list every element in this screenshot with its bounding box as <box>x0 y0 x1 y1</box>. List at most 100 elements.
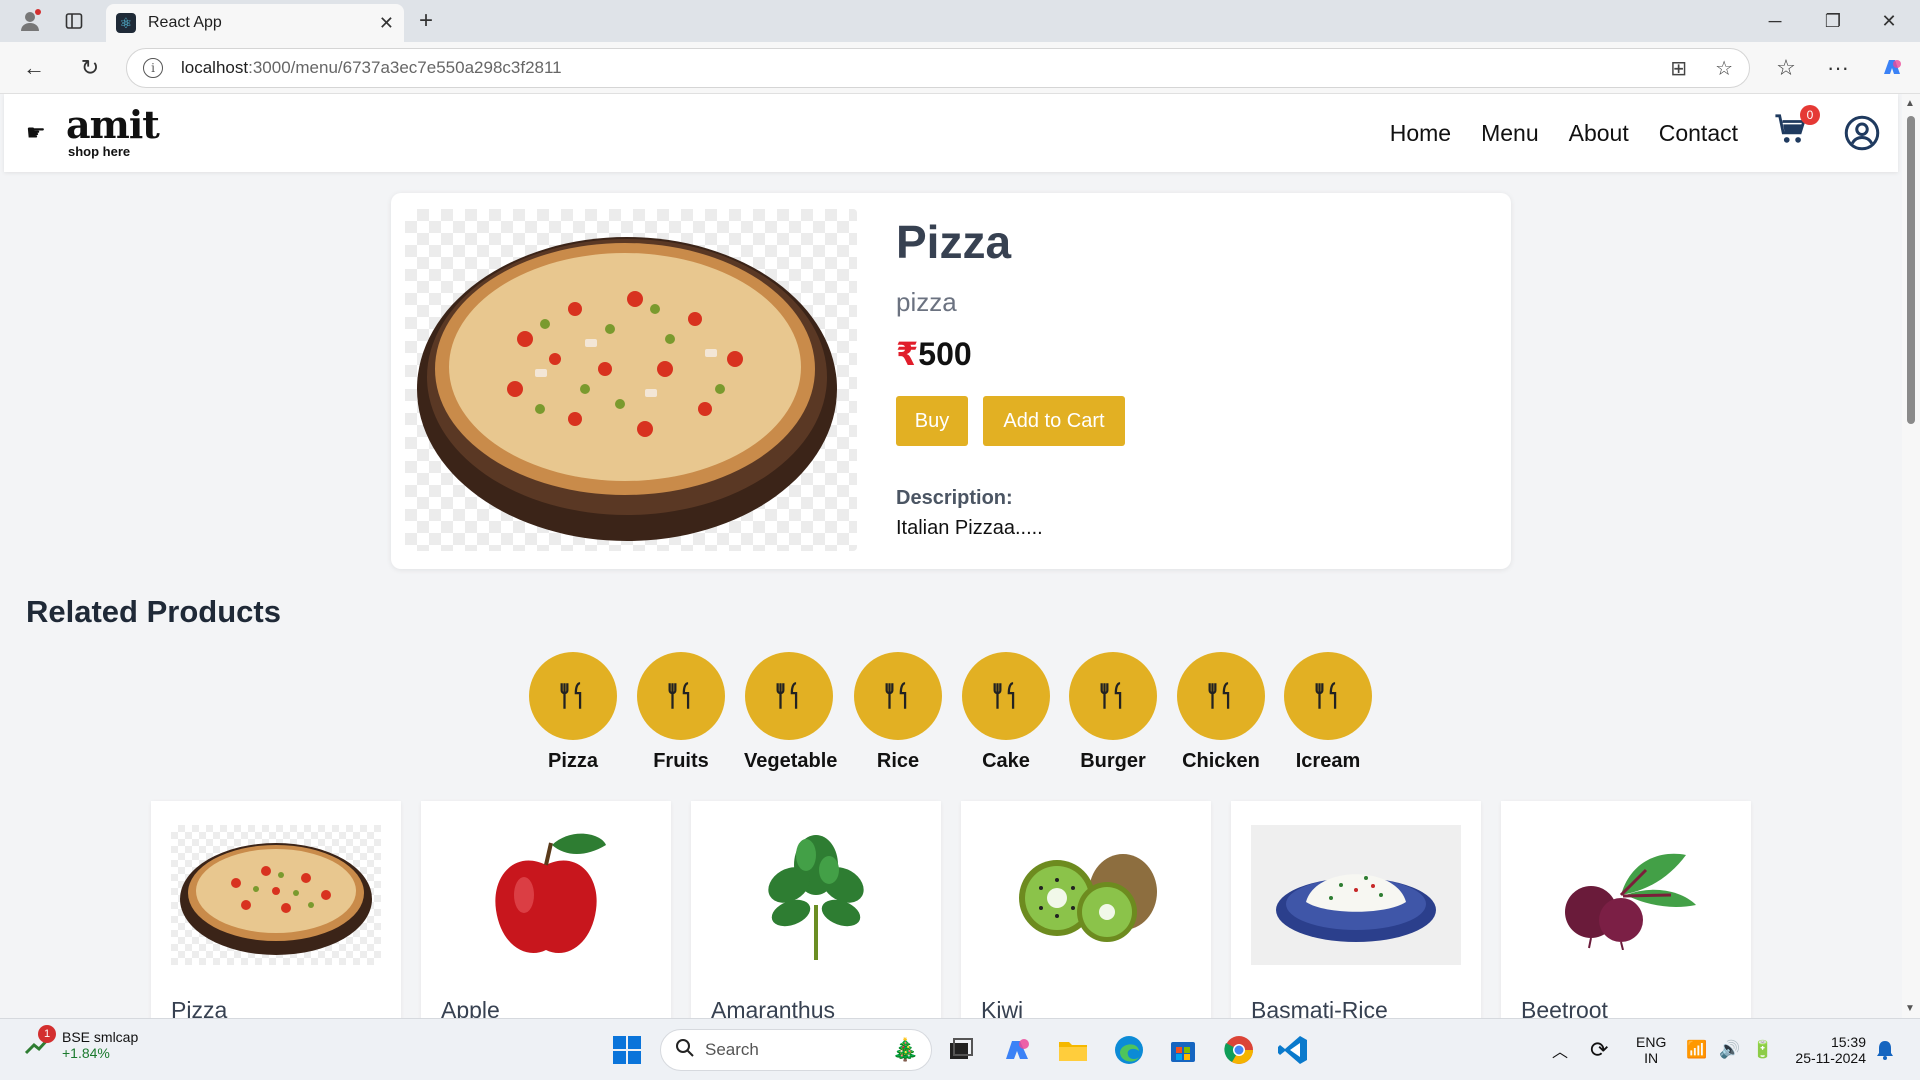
product-card-amaranthus[interactable]: Amaranthus <box>691 801 941 1018</box>
product-price: ₹500 <box>896 335 972 373</box>
browser-toolbar: ← ↻ i localhost:3000/menu/6737a3ec7e550a… <box>0 42 1920 94</box>
category-label: Chicken <box>1182 750 1260 772</box>
cutlery-icon <box>1177 652 1265 740</box>
sync-icon[interactable]: ⟳ <box>1590 1019 1608 1080</box>
minimize-button[interactable]: ─ <box>1760 0 1790 42</box>
category-label: Vegetable <box>744 750 838 772</box>
product-detail-card: Pizza pizza ₹500 Buy Add to Cart Descrip… <box>391 193 1511 569</box>
favorite-star-icon[interactable]: ☆ <box>1715 56 1733 81</box>
stock-name: BSE smlcap <box>62 1029 139 1045</box>
product-name: Beetroot <box>1521 997 1608 1018</box>
taskbar-search[interactable]: Search 🎄 <box>660 1029 932 1071</box>
wifi-icon: 📶 <box>1686 1040 1708 1059</box>
product-card-kiwi[interactable]: Kiwi <box>961 801 1211 1018</box>
category-chicken[interactable]: Chicken <box>1176 652 1266 773</box>
copilot-taskbar-icon[interactable] <box>1000 1033 1034 1067</box>
cart-count-badge: 0 <box>1800 105 1820 125</box>
category-rice[interactable]: Rice <box>853 652 943 773</box>
category-label: Icream <box>1295 750 1361 772</box>
product-card-pizza[interactable]: Pizza <box>151 801 401 1018</box>
reload-button[interactable]: ↻ <box>72 50 108 86</box>
add-to-cart-button[interactable]: Add to Cart <box>983 396 1125 446</box>
react-icon: ⚛ <box>116 13 136 33</box>
category-label: Fruits <box>653 750 709 772</box>
browser-tab-bar: ⚛ React App ✕ + ─ ❐ ✕ <box>0 0 1920 42</box>
language-bottom: IN <box>1644 1050 1659 1066</box>
tab-actions-icon[interactable] <box>58 0 90 42</box>
clock[interactable]: 15:39 25-11-2024 <box>1788 1019 1866 1080</box>
scroll-down-arrow-icon[interactable]: ▼ <box>1905 1003 1915 1014</box>
product-thumbnail <box>1521 825 1731 965</box>
address-bar[interactable]: i localhost:3000/menu/6737a3ec7e550a298c… <box>126 48 1750 88</box>
category-vegetable[interactable]: Vegetable <box>744 652 838 773</box>
page-scrollbar[interactable]: ▲ ▼ <box>1902 94 1920 1018</box>
page-viewport: ☛ amit shop here Home Menu About Contact… <box>0 94 1920 1018</box>
product-category: pizza <box>896 287 957 317</box>
system-tray[interactable]: 📶 🔊 🔋 <box>1686 1019 1774 1080</box>
cutlery-icon <box>637 652 725 740</box>
user-account-button[interactable] <box>1844 115 1880 151</box>
site-info-icon[interactable]: i <box>143 58 163 78</box>
tab-title: React App <box>148 14 222 31</box>
product-card-apple[interactable]: Apple <box>421 801 671 1018</box>
more-menu-icon[interactable]: ··· <box>1820 50 1856 86</box>
nav-menu[interactable]: Menu <box>1481 120 1539 147</box>
tab-react-app[interactable]: ⚛ React App ✕ <box>106 4 404 42</box>
close-window-button[interactable]: ✕ <box>1874 0 1904 42</box>
hand-pointer-icon: ☛ <box>26 120 46 145</box>
profile-icon[interactable] <box>14 0 46 42</box>
nav-home[interactable]: Home <box>1390 120 1451 147</box>
microsoft-store-icon[interactable] <box>1166 1033 1200 1067</box>
category-label: Pizza <box>547 750 599 772</box>
file-explorer-icon[interactable] <box>1056 1033 1090 1067</box>
nav-contact[interactable]: Contact <box>1659 120 1738 147</box>
scroll-up-arrow-icon[interactable]: ▲ <box>1905 98 1915 109</box>
search-icon <box>675 1038 695 1063</box>
stock-change: +1.84% <box>62 1045 110 1061</box>
category-cake[interactable]: Cake <box>961 652 1051 773</box>
cutlery-icon <box>529 652 617 740</box>
notification-bell-icon[interactable] <box>1876 1019 1894 1080</box>
copilot-icon[interactable] <box>1874 50 1910 86</box>
favorites-icon[interactable]: ☆ <box>1768 50 1804 86</box>
scrollbar-thumb[interactable] <box>1907 116 1915 424</box>
category-fruits[interactable]: Fruits <box>636 652 726 773</box>
cart-button[interactable]: 0 <box>1774 105 1820 153</box>
windows-start-icon[interactable] <box>610 1033 644 1067</box>
site-header: ☛ amit shop here Home Menu About Contact… <box>4 94 1898 172</box>
task-view-icon[interactable] <box>944 1033 978 1067</box>
stock-widget[interactable]: 1 BSE smlcap +1.84% <box>24 1025 139 1061</box>
edge-browser-icon[interactable] <box>1112 1033 1146 1067</box>
buy-button[interactable]: Buy <box>896 396 968 446</box>
new-tab-button[interactable]: + <box>412 0 440 42</box>
back-button[interactable]: ← <box>16 50 52 86</box>
product-thumbnail <box>441 825 651 965</box>
close-tab-icon[interactable]: ✕ <box>379 13 394 34</box>
app-available-icon[interactable]: ⊞ <box>1670 56 1687 81</box>
search-highlight-icon: 🎄 <box>891 1037 919 1062</box>
category-icream[interactable]: Icream <box>1283 652 1373 773</box>
category-pizza[interactable]: Pizza <box>528 652 618 773</box>
category-label: Rice <box>876 750 920 772</box>
windows-taskbar: 1 BSE smlcap +1.84% Search 🎄 ︿ ⟳ ENG IN … <box>0 1018 1920 1080</box>
product-name: Pizza <box>171 997 228 1018</box>
category-burger[interactable]: Burger <box>1068 652 1158 773</box>
related-products-title: Related Products <box>26 594 281 629</box>
product-thumbnail <box>1251 825 1461 965</box>
chrome-icon[interactable] <box>1222 1033 1256 1067</box>
product-name: Basmati-Rice <box>1251 997 1388 1018</box>
language-top: ENG <box>1636 1034 1667 1050</box>
show-hidden-icons[interactable]: ︿ <box>1552 1019 1568 1080</box>
language-indicator[interactable]: ENG IN <box>1636 1019 1666 1080</box>
product-card-beetroot[interactable]: Beetroot <box>1501 801 1751 1018</box>
product-name: Apple <box>441 997 500 1018</box>
url-host: localhost <box>181 58 249 77</box>
nav-about[interactable]: About <box>1569 120 1629 147</box>
site-logo[interactable]: ☛ amit shop here <box>26 102 160 160</box>
clock-time: 15:39 <box>1830 1034 1866 1050</box>
product-card-basmati-rice[interactable]: Basmati-Rice <box>1231 801 1481 1018</box>
restore-button[interactable]: ❐ <box>1818 0 1848 42</box>
cutlery-icon <box>962 652 1050 740</box>
vscode-icon[interactable] <box>1276 1033 1310 1067</box>
product-name: Kiwi <box>981 997 1024 1018</box>
